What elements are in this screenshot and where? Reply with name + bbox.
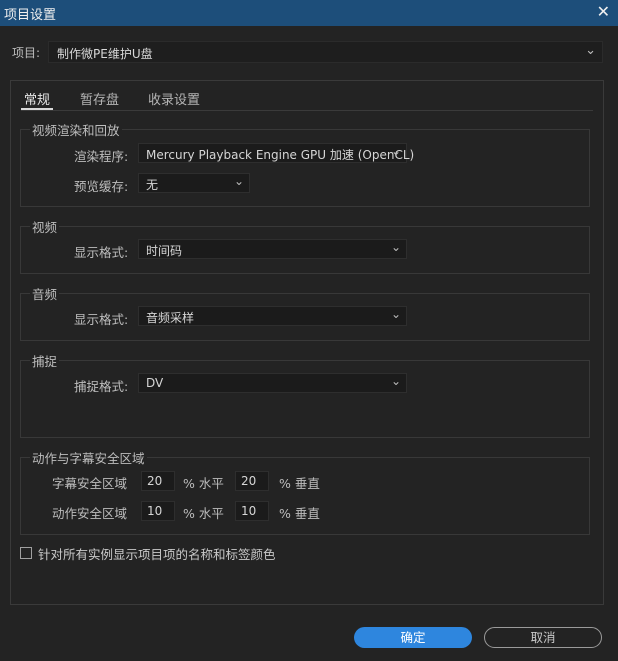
capture-group-label: 捕捉 — [30, 351, 60, 370]
preview-cache-label: 预览缓存: — [74, 179, 129, 194]
action-safe-horizontal-unit: % 水平 — [183, 506, 224, 521]
video-format-value: 时间码 — [146, 244, 183, 258]
action-safe-horizontal-input[interactable]: 10 — [141, 501, 175, 521]
safe-area-group-label: 动作与字幕安全区域 — [30, 448, 147, 467]
preview-cache-select[interactable]: 无 ⌄ — [138, 173, 250, 193]
audio-format-label: 显示格式: — [74, 312, 129, 327]
tab-general[interactable]: 常规 — [24, 89, 50, 108]
project-label: 项目: — [12, 46, 41, 60]
title-safe-vertical-input[interactable]: 20 — [235, 471, 269, 491]
video-group-label: 视频 — [30, 217, 60, 236]
chevron-down-icon: ⌄ — [585, 43, 596, 58]
title-safe-label: 字幕安全区域 — [52, 476, 128, 491]
audio-format-select[interactable]: 音频采样 ⌄ — [138, 306, 407, 326]
video-format-label: 显示格式: — [74, 245, 129, 260]
ok-button[interactable]: 确定 — [354, 627, 472, 648]
project-value: 制作微PE维护U盘 — [57, 47, 153, 61]
title-safe-horizontal-input[interactable]: 20 — [141, 471, 175, 491]
tab-scratch-disks[interactable]: 暂存盘 — [80, 89, 119, 108]
tab-ingest-settings[interactable]: 收录设置 — [148, 89, 200, 108]
show-labels-checkbox[interactable] — [20, 547, 32, 559]
title-bar: 项目设置 ✕ — [0, 0, 618, 26]
title-safe-vertical-unit: % 垂直 — [279, 476, 320, 491]
renderer-value: Mercury Playback Engine GPU 加速 (OpenCL) — [146, 148, 415, 162]
chevron-down-icon: ⌄ — [390, 374, 401, 388]
cancel-button[interactable]: 取消 — [484, 627, 602, 648]
action-safe-vertical-unit: % 垂直 — [279, 506, 320, 521]
action-safe-label: 动作安全区域 — [52, 506, 128, 521]
tab-divider — [21, 110, 593, 111]
chevron-down-icon: ⌄ — [390, 240, 401, 254]
preview-cache-value: 无 — [146, 178, 159, 192]
safe-area-group — [20, 457, 590, 535]
capture-format-value: DV — [146, 376, 164, 390]
chevron-down-icon: ⌄ — [390, 307, 401, 321]
title-safe-horizontal-unit: % 水平 — [183, 476, 224, 491]
close-icon[interactable]: ✕ — [597, 2, 610, 22]
video-format-select[interactable]: 时间码 ⌄ — [138, 239, 407, 259]
chevron-down-icon: ⌄ — [233, 174, 244, 188]
action-safe-vertical-input[interactable]: 10 — [235, 501, 269, 521]
show-labels-checkbox-label: 针对所有实例显示项目项的名称和标签颜色 — [38, 547, 276, 562]
project-select[interactable]: 制作微PE维护U盘 ⌄ — [48, 41, 603, 63]
window-title: 项目设置 — [4, 8, 57, 23]
capture-group — [20, 360, 590, 438]
render-group-label: 视频渲染和回放 — [30, 120, 122, 139]
renderer-label: 渲染程序: — [74, 149, 129, 164]
chevron-down-icon: ⌄ — [390, 144, 401, 158]
capture-format-select[interactable]: DV ⌄ — [138, 373, 407, 393]
renderer-select[interactable]: Mercury Playback Engine GPU 加速 (OpenCL) … — [138, 143, 414, 163]
render-group — [20, 129, 590, 207]
audio-format-value: 音频采样 — [146, 311, 195, 325]
capture-format-label: 捕捉格式: — [74, 379, 129, 394]
audio-group-label: 音频 — [30, 284, 60, 303]
